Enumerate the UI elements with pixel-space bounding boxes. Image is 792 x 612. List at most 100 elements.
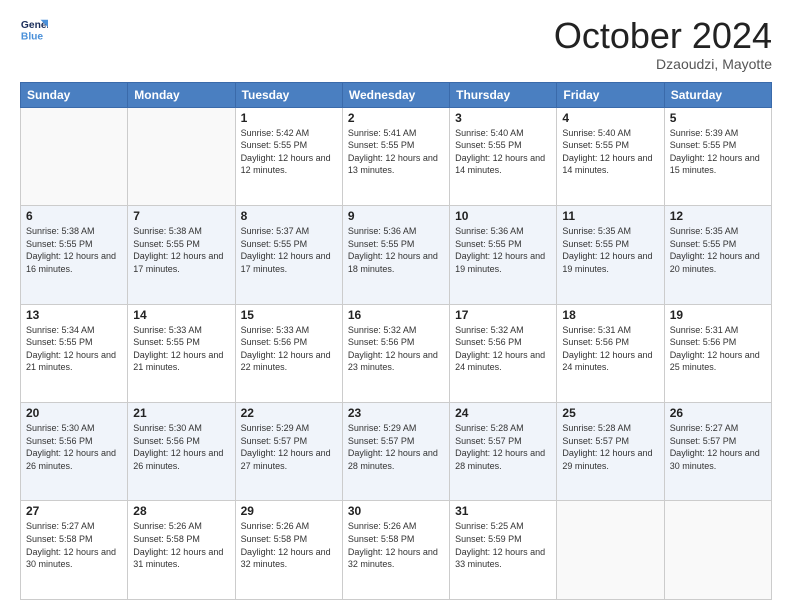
day-info: Sunrise: 5:37 AMSunset: 5:55 PMDaylight:… [241, 225, 337, 275]
day-info: Sunrise: 5:27 AMSunset: 5:57 PMDaylight:… [670, 422, 766, 472]
day-number: 22 [241, 406, 337, 420]
day-number: 2 [348, 111, 444, 125]
table-row: 31 Sunrise: 5:25 AMSunset: 5:59 PMDayligh… [450, 501, 557, 600]
table-row: 10Sunrise: 5:36 AMSunset: 5:55 PMDayligh… [450, 206, 557, 304]
title-block: October 2024 Dzaoudzi, Mayotte [554, 16, 772, 72]
day-info: Sunrise: 5:28 AMSunset: 5:57 PMDaylight:… [455, 422, 551, 472]
table-row [557, 501, 664, 600]
calendar-week-2: 6 Sunrise: 5:38 AMSunset: 5:55 PMDaylight… [21, 206, 772, 304]
day-info: Sunrise: 5:35 AMSunset: 5:55 PMDaylight:… [670, 225, 766, 275]
day-info: Sunrise: 5:28 AMSunset: 5:57 PMDaylight:… [562, 422, 658, 472]
day-number: 29 [241, 504, 337, 518]
col-thursday: Thursday [450, 82, 557, 107]
table-row: 18 Sunrise: 5:31 AMSunset: 5:56 PMDayligh… [557, 304, 664, 402]
day-number: 26 [670, 406, 766, 420]
day-info: Sunrise: 5:40 AMSunset: 5:55 PMDaylight:… [562, 127, 658, 177]
table-row [21, 107, 128, 205]
day-info: Sunrise: 5:35 AMSunset: 5:55 PMDaylight:… [562, 225, 658, 275]
day-number: 25 [562, 406, 658, 420]
table-row: 16 Sunrise: 5:32 AMSunset: 5:56 PMDayligh… [342, 304, 449, 402]
day-number: 3 [455, 111, 551, 125]
day-number: 28 [133, 504, 229, 518]
day-info: Sunrise: 5:27 AMSunset: 5:58 PMDaylight:… [26, 520, 122, 570]
table-row: 14 Sunrise: 5:33 AMSunset: 5:55 PMDayligh… [128, 304, 235, 402]
day-number: 16 [348, 308, 444, 322]
table-row: 22 Sunrise: 5:29 AMSunset: 5:57 PMDayligh… [235, 403, 342, 501]
calendar-week-4: 20 Sunrise: 5:30 AMSunset: 5:56 PMDayligh… [21, 403, 772, 501]
table-row: 19Sunrise: 5:31 AMSunset: 5:56 PMDayligh… [664, 304, 771, 402]
table-row: 11 Sunrise: 5:35 AMSunset: 5:55 PMDayligh… [557, 206, 664, 304]
day-number: 12 [670, 209, 766, 223]
day-number: 24 [455, 406, 551, 420]
calendar-week-1: 1Sunrise: 5:42 AMSunset: 5:55 PMDaylight… [21, 107, 772, 205]
table-row: 9 Sunrise: 5:36 AMSunset: 5:55 PMDaylight… [342, 206, 449, 304]
day-number: 27 [26, 504, 122, 518]
table-row: 17Sunrise: 5:32 AMSunset: 5:56 PMDayligh… [450, 304, 557, 402]
table-row: 13Sunrise: 5:34 AMSunset: 5:55 PMDayligh… [21, 304, 128, 402]
day-info: Sunrise: 5:41 AMSunset: 5:55 PMDaylight:… [348, 127, 444, 177]
table-row: 23 Sunrise: 5:29 AMSunset: 5:57 PMDayligh… [342, 403, 449, 501]
day-info: Sunrise: 5:33 AMSunset: 5:55 PMDaylight:… [133, 324, 229, 374]
day-info: Sunrise: 5:25 AMSunset: 5:59 PMDaylight:… [455, 520, 551, 570]
calendar-week-3: 13Sunrise: 5:34 AMSunset: 5:55 PMDayligh… [21, 304, 772, 402]
day-info: Sunrise: 5:29 AMSunset: 5:57 PMDaylight:… [348, 422, 444, 472]
table-row: 1Sunrise: 5:42 AMSunset: 5:55 PMDaylight… [235, 107, 342, 205]
day-number: 8 [241, 209, 337, 223]
day-info: Sunrise: 5:26 AMSunset: 5:58 PMDaylight:… [133, 520, 229, 570]
day-info: Sunrise: 5:30 AMSunset: 5:56 PMDaylight:… [26, 422, 122, 472]
day-number: 5 [670, 111, 766, 125]
col-friday: Friday [557, 82, 664, 107]
day-number: 15 [241, 308, 337, 322]
day-number: 31 [455, 504, 551, 518]
header-row: Sunday Monday Tuesday Wednesday Thursday… [21, 82, 772, 107]
location: Dzaoudzi, Mayotte [554, 56, 772, 72]
day-number: 10 [455, 209, 551, 223]
table-row: 27 Sunrise: 5:27 AMSunset: 5:58 PMDayligh… [21, 501, 128, 600]
day-number: 20 [26, 406, 122, 420]
day-info: Sunrise: 5:32 AMSunset: 5:56 PMDaylight:… [348, 324, 444, 374]
day-info: Sunrise: 5:36 AMSunset: 5:55 PMDaylight:… [348, 225, 444, 275]
day-info: Sunrise: 5:33 AMSunset: 5:56 PMDaylight:… [241, 324, 337, 374]
table-row: 5Sunrise: 5:39 AMSunset: 5:55 PMDaylight… [664, 107, 771, 205]
day-info: Sunrise: 5:26 AMSunset: 5:58 PMDaylight:… [348, 520, 444, 570]
logo-icon: General Blue [20, 16, 48, 44]
day-number: 4 [562, 111, 658, 125]
col-sunday: Sunday [21, 82, 128, 107]
table-row: 20 Sunrise: 5:30 AMSunset: 5:56 PMDayligh… [21, 403, 128, 501]
day-number: 18 [562, 308, 658, 322]
page: General Blue October 2024 Dzaoudzi, Mayo… [0, 0, 792, 612]
day-number: 23 [348, 406, 444, 420]
table-row: 21Sunrise: 5:30 AMSunset: 5:56 PMDayligh… [128, 403, 235, 501]
col-tuesday: Tuesday [235, 82, 342, 107]
logo: General Blue [20, 16, 48, 44]
table-row: 2 Sunrise: 5:41 AMSunset: 5:55 PMDaylight… [342, 107, 449, 205]
table-row: 6Sunrise: 5:38 AMSunset: 5:55 PMDaylight… [21, 206, 128, 304]
day-info: Sunrise: 5:40 AMSunset: 5:55 PMDaylight:… [455, 127, 551, 177]
day-number: 14 [133, 308, 229, 322]
day-number: 19 [670, 308, 766, 322]
table-row: 24 Sunrise: 5:28 AMSunset: 5:57 PMDayligh… [450, 403, 557, 501]
header: General Blue October 2024 Dzaoudzi, Mayo… [20, 16, 772, 72]
table-row: 8 Sunrise: 5:37 AMSunset: 5:55 PMDaylight… [235, 206, 342, 304]
table-row: 4 Sunrise: 5:40 AMSunset: 5:55 PMDaylight… [557, 107, 664, 205]
table-row: 28 Sunrise: 5:26 AMSunset: 5:58 PMDayligh… [128, 501, 235, 600]
col-monday: Monday [128, 82, 235, 107]
col-wednesday: Wednesday [342, 82, 449, 107]
col-saturday: Saturday [664, 82, 771, 107]
table-row: 26 Sunrise: 5:27 AMSunset: 5:57 PMDayligh… [664, 403, 771, 501]
day-info: Sunrise: 5:31 AMSunset: 5:56 PMDaylight:… [562, 324, 658, 374]
day-number: 11 [562, 209, 658, 223]
day-info: Sunrise: 5:32 AMSunset: 5:56 PMDaylight:… [455, 324, 551, 374]
day-number: 6 [26, 209, 122, 223]
day-number: 21 [133, 406, 229, 420]
day-number: 7 [133, 209, 229, 223]
table-row: 3 Sunrise: 5:40 AMSunset: 5:55 PMDaylight… [450, 107, 557, 205]
day-info: Sunrise: 5:38 AMSunset: 5:55 PMDaylight:… [133, 225, 229, 275]
day-info: Sunrise: 5:42 AMSunset: 5:55 PMDaylight:… [241, 127, 337, 177]
month-title: October 2024 [554, 16, 772, 56]
table-row [128, 107, 235, 205]
day-number: 9 [348, 209, 444, 223]
day-info: Sunrise: 5:29 AMSunset: 5:57 PMDaylight:… [241, 422, 337, 472]
day-info: Sunrise: 5:34 AMSunset: 5:55 PMDaylight:… [26, 324, 122, 374]
table-row: 7 Sunrise: 5:38 AMSunset: 5:55 PMDaylight… [128, 206, 235, 304]
